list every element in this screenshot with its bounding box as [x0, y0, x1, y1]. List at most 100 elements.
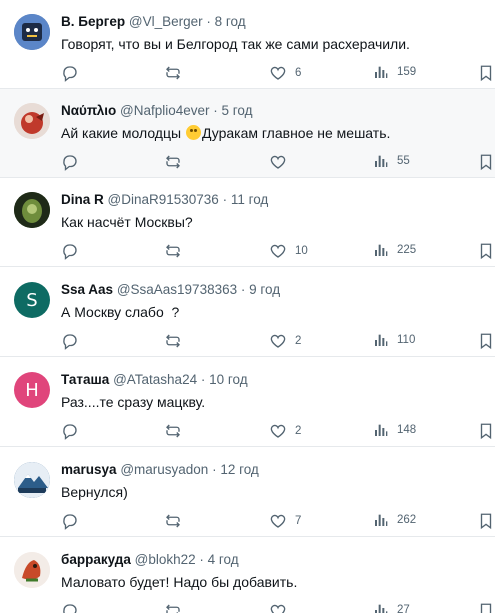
- tweet-header: В. Бергер @Vl_Berger · 8 год: [61, 14, 246, 29]
- reply-button[interactable]: [61, 422, 87, 440]
- tweet[interactable]: H Таташа @ATatasha24 · 10 год Раз....те …: [0, 358, 495, 447]
- reply-button[interactable]: [61, 242, 87, 260]
- heart-icon: [269, 332, 287, 350]
- action-bar: 55: [0, 151, 495, 173]
- author-handle[interactable]: @SsaAas19738363: [117, 282, 237, 297]
- like-button[interactable]: 10: [269, 242, 308, 260]
- author-handle[interactable]: @DinaR91530736: [108, 192, 219, 207]
- views-button[interactable]: 225: [373, 242, 416, 258]
- separator-dot: ·: [197, 372, 210, 387]
- like-button[interactable]: 6: [269, 64, 301, 82]
- author-name[interactable]: В. Бергер: [61, 14, 125, 29]
- like-button[interactable]: 2: [269, 422, 301, 440]
- tweet-text: А Москву слабо ?: [61, 304, 180, 320]
- reply-button[interactable]: [61, 332, 87, 350]
- action-bar: 27: [0, 600, 495, 613]
- tweet[interactable]: Ναύπλιο @Nafplio4ever · 5 год Ай какие м…: [0, 89, 495, 178]
- views-icon: [373, 422, 389, 438]
- tweet-text: Раз....те сразу мацкву.: [61, 394, 206, 410]
- retweet-button[interactable]: [164, 512, 190, 530]
- avatar[interactable]: [14, 103, 50, 139]
- retweet-button[interactable]: [164, 422, 190, 440]
- tweet-header: Таташа @ATatasha24 · 10 год: [61, 372, 248, 387]
- tweet[interactable]: В. Бергер @Vl_Berger · 8 год Говорят, чт…: [0, 0, 495, 89]
- bookmark-button[interactable]: [478, 422, 494, 440]
- retweet-button[interactable]: [164, 332, 190, 350]
- avatar[interactable]: [14, 552, 50, 588]
- timestamp[interactable]: 12 год: [220, 462, 258, 477]
- bookmark-button[interactable]: [478, 64, 494, 82]
- avatar-photo-icon: [14, 552, 50, 588]
- views-button[interactable]: 262: [373, 512, 416, 528]
- tweet-text: Вернулся): [61, 484, 128, 500]
- bookmark-icon: [478, 242, 494, 260]
- views-icon: [373, 332, 389, 348]
- author-handle[interactable]: @ATatasha24: [113, 372, 197, 387]
- bookmark-button[interactable]: [478, 602, 494, 613]
- author-name[interactable]: marusya: [61, 462, 117, 477]
- views-button[interactable]: 55: [373, 153, 410, 169]
- bookmark-icon: [478, 332, 494, 350]
- avatar[interactable]: S: [14, 282, 50, 318]
- author-name[interactable]: Ssa Aas: [61, 282, 113, 297]
- heart-icon: [269, 242, 287, 260]
- timestamp[interactable]: 11 год: [231, 192, 268, 207]
- views-button[interactable]: 110: [373, 332, 415, 348]
- reply-button[interactable]: [61, 512, 87, 530]
- timestamp[interactable]: 8 год: [215, 14, 246, 29]
- bookmark-button[interactable]: [478, 332, 494, 350]
- timestamp[interactable]: 10 год: [209, 372, 247, 387]
- retweet-button[interactable]: [164, 602, 190, 613]
- avatar[interactable]: [14, 192, 50, 228]
- reply-button[interactable]: [61, 153, 87, 171]
- bookmark-icon: [478, 422, 494, 440]
- author-handle[interactable]: @blokh22: [135, 552, 196, 567]
- tweet-header: marusya @marusyadon · 12 год: [61, 462, 259, 477]
- tweet[interactable]: барракуда @blokh22 · 4 год Маловато буде…: [0, 538, 495, 613]
- views-icon: [373, 512, 389, 528]
- author-name[interactable]: Таташа: [61, 372, 109, 387]
- retweet-button[interactable]: [164, 153, 190, 171]
- bookmark-button[interactable]: [478, 242, 494, 260]
- views-button[interactable]: 159: [373, 64, 416, 80]
- like-button[interactable]: 7: [269, 512, 301, 530]
- retweet-button[interactable]: [164, 242, 190, 260]
- reply-button[interactable]: [61, 602, 87, 613]
- reply-button[interactable]: [61, 64, 87, 82]
- tweet[interactable]: Dina R @DinaR91530736 · 11 год Как насчё…: [0, 178, 495, 267]
- views-icon: [373, 602, 389, 613]
- author-name[interactable]: барракуда: [61, 552, 131, 567]
- heart-icon: [269, 512, 287, 530]
- retweet-icon: [164, 242, 182, 260]
- views-count: 159: [397, 66, 417, 78]
- like-button[interactable]: [269, 153, 295, 171]
- views-button[interactable]: 27: [373, 602, 410, 613]
- tweet-text: Говорят, что вы и Белгород так же сами р…: [61, 36, 410, 52]
- timestamp[interactable]: 5 год: [222, 103, 253, 118]
- author-handle[interactable]: @marusyadon: [120, 462, 208, 477]
- retweet-icon: [164, 332, 182, 350]
- avatar[interactable]: [14, 14, 50, 50]
- author-name[interactable]: Ναύπλιο: [61, 103, 116, 118]
- reply-icon: [61, 422, 79, 440]
- avatar[interactable]: H: [14, 372, 50, 408]
- retweet-button[interactable]: [164, 64, 190, 82]
- like-button[interactable]: [269, 602, 295, 613]
- bookmark-button[interactable]: [478, 153, 494, 171]
- author-name[interactable]: Dina R: [61, 192, 104, 207]
- tweet-text: Маловато будет! Надо бы добавить.: [61, 574, 298, 590]
- bookmark-button[interactable]: [478, 512, 494, 530]
- timestamp[interactable]: 9 год: [249, 282, 280, 297]
- views-button[interactable]: 148: [373, 422, 416, 438]
- tweet[interactable]: marusya @marusyadon · 12 год Вернулся) 7…: [0, 448, 495, 537]
- action-bar: 6 159: [0, 62, 495, 84]
- like-button[interactable]: 2: [269, 332, 301, 350]
- timestamp[interactable]: 4 год: [208, 552, 239, 567]
- tweet[interactable]: S Ssa Aas @SsaAas19738363 · 9 год А Моск…: [0, 268, 495, 357]
- avatar[interactable]: [14, 462, 50, 498]
- author-handle[interactable]: @Nafplio4ever: [120, 103, 210, 118]
- views-count: 225: [397, 244, 417, 256]
- heart-icon: [269, 64, 287, 82]
- avatar-photo-icon: [14, 462, 50, 498]
- author-handle[interactable]: @Vl_Berger: [129, 14, 203, 29]
